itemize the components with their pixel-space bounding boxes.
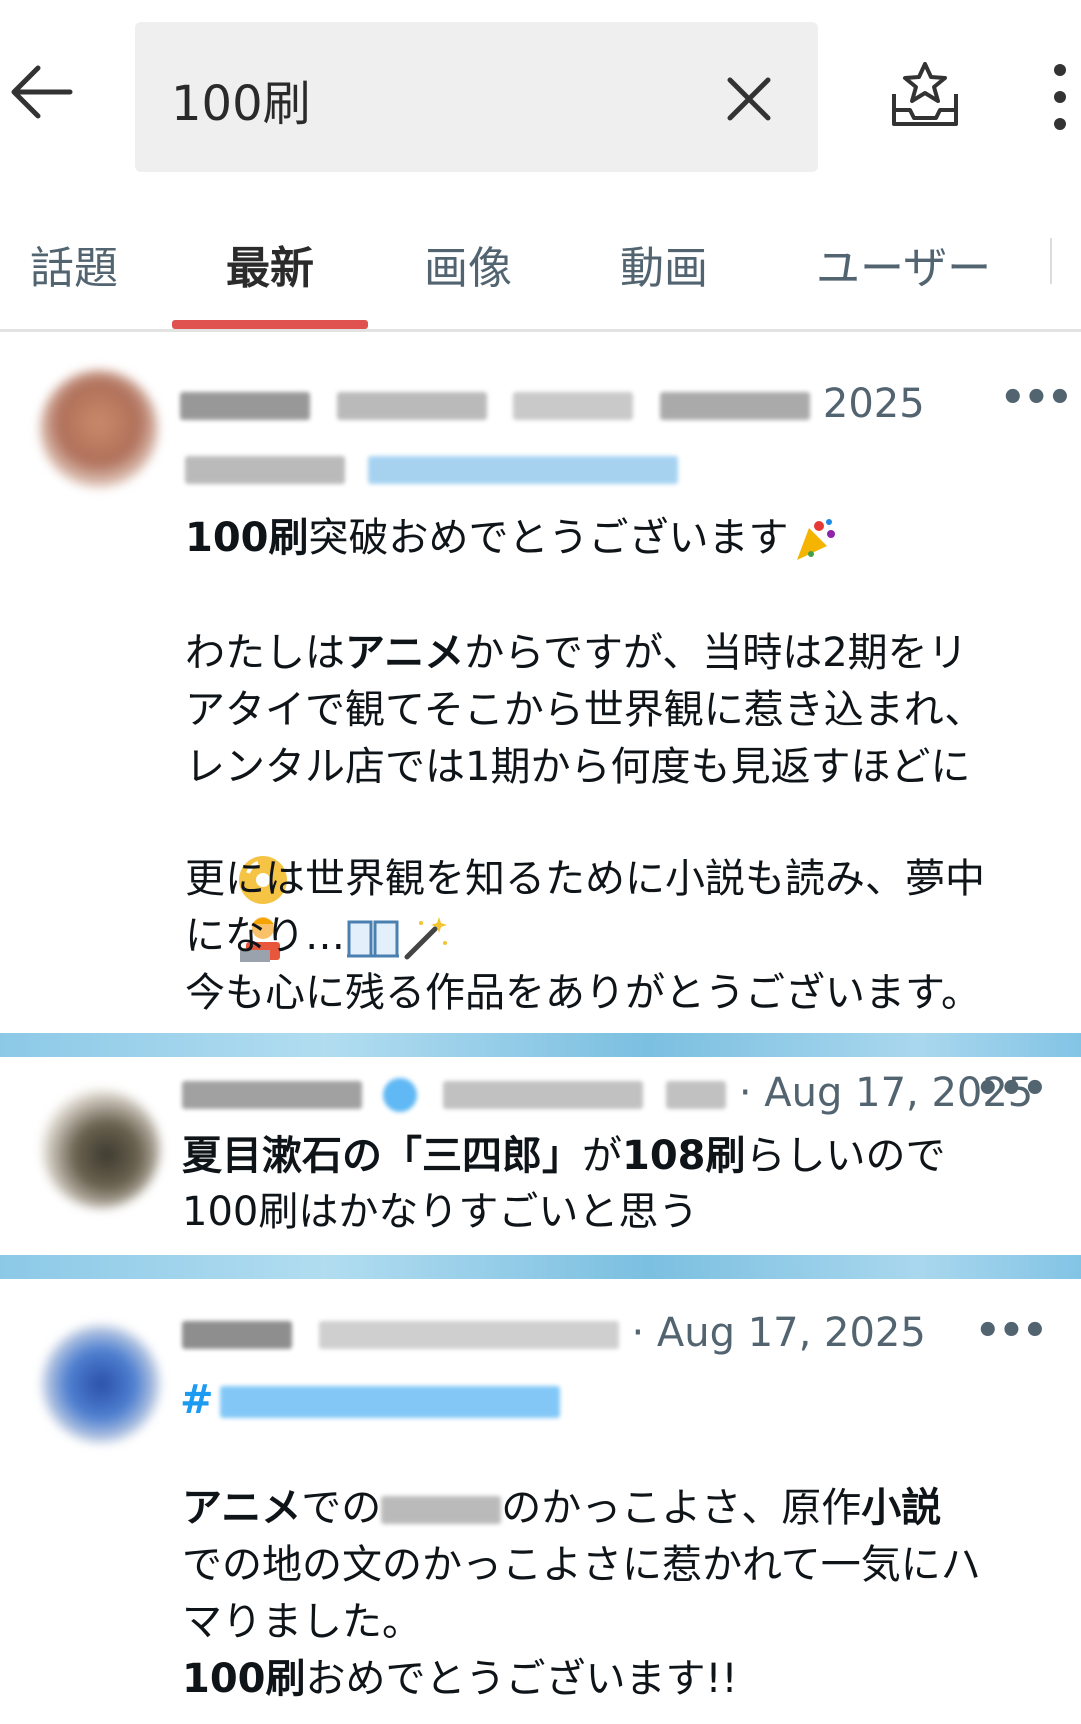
highlight-text: 108刷: [622, 1133, 746, 1179]
author-handle-redacted: [318, 1321, 619, 1349]
author-handle-redacted: [336, 392, 487, 420]
hashtag-redacted[interactable]: [219, 1386, 560, 1418]
redacted-text: [513, 392, 634, 420]
tweet-text-line: での地の文のかっこよさに惹かれて一気にハ: [182, 1542, 981, 1588]
reply-label-redacted: [185, 456, 345, 484]
hashtag-link[interactable]: #: [180, 1377, 214, 1423]
text-line: が: [582, 1133, 622, 1179]
top-bar: 100刷: [0, 0, 1081, 190]
search-tabs: 話題 最新 画像 動画 ユーザー: [0, 220, 1081, 332]
reply-context: [185, 445, 678, 491]
magic-wand-icon: [404, 917, 447, 960]
tweet-text: になり…: [185, 908, 451, 965]
tab-videos[interactable]: 動画: [620, 232, 708, 296]
decorative-strip: [0, 1033, 1081, 1057]
avatar[interactable]: [42, 1325, 160, 1443]
avatar[interactable]: [40, 370, 158, 488]
bold-text: アニメ: [182, 1485, 302, 1531]
tweet-text-line: 更には世界観を知るために小説も読み、夢中: [185, 856, 985, 902]
date-redacted: [660, 392, 811, 420]
party-popper-icon: [796, 519, 835, 560]
more-vertical-icon: [1054, 64, 1066, 130]
arrow-left-icon: [11, 65, 73, 119]
tweet-more-button[interactable]: •••: [1000, 375, 1073, 421]
author-name-redacted[interactable]: [180, 392, 310, 420]
text-line: での: [301, 1485, 382, 1531]
reply-handle-redacted[interactable]: [367, 456, 678, 484]
tweet-text-line: マりました。: [182, 1599, 422, 1645]
emoji-line: [185, 793, 290, 962]
tab-latest[interactable]: 最新: [226, 232, 314, 296]
decorative-strip: [0, 1255, 1081, 1279]
tweet-header: · Aug 17, 2025: [182, 1310, 926, 1356]
back-button[interactable]: [8, 62, 78, 122]
tweet-date: 2025: [822, 381, 925, 427]
tweet-text-line: レンタル店では1期から何度も見返すほどに: [185, 744, 971, 790]
search-field[interactable]: 100刷: [135, 22, 818, 172]
tweet-text-line: 今も心に残る作品をありがとうございます。: [185, 970, 981, 1016]
tweet-more-button[interactable]: •••: [975, 1066, 1048, 1112]
text-line: らしいので: [745, 1133, 946, 1179]
avatar[interactable]: [42, 1090, 160, 1208]
text-line: 突破おめでとうございます: [308, 515, 789, 561]
save-search-icon: [892, 62, 958, 126]
tweet-text-line: アタイで観てそこから世界観に惹き込まれ、: [185, 687, 985, 733]
more-options-button[interactable]: [1048, 62, 1072, 132]
search-input-value[interactable]: 100刷: [171, 64, 311, 134]
highlight-text: 100刷: [182, 1656, 306, 1702]
bold-text: アニメ: [345, 630, 465, 676]
tab-images[interactable]: 画像: [424, 232, 512, 296]
text-line: からですが、当時は2期をリ: [464, 630, 968, 676]
author-name-redacted[interactable]: [182, 1081, 362, 1109]
tweet-text: 100刷おめでとうございます!!: [182, 1651, 738, 1708]
author-name-redacted[interactable]: [182, 1321, 292, 1349]
tweet[interactable]: 2025 ••• 100刷突破おめでとうございます わたしはアニメからですが、当…: [0, 335, 1081, 1035]
redacted-text: [666, 1081, 727, 1109]
tab-divider: [1050, 238, 1052, 284]
tweet-text: わたしはアニメからですが、当時は2期をリ: [185, 625, 968, 682]
text-line: おめでとうございます!!: [305, 1656, 738, 1702]
tab-users[interactable]: ユーザー: [816, 232, 991, 296]
highlight-text: 100刷: [185, 515, 309, 561]
hashtag-line: #: [180, 1372, 560, 1429]
tweet-text-line: 100刷はかなりすごいと思う: [182, 1189, 699, 1235]
tweet-text: 100刷突破おめでとうございます: [185, 510, 841, 567]
bold-text: 夏目漱石の「三四郎」: [182, 1133, 582, 1179]
active-tab-indicator: [172, 320, 368, 329]
open-book-icon: [347, 920, 399, 958]
text-line: わたしは: [185, 630, 345, 676]
save-search-button[interactable]: [890, 60, 960, 132]
verified-badge-icon: [382, 1078, 417, 1112]
tab-trending[interactable]: 話題: [30, 232, 118, 296]
text-line: のかっこよさ、原作: [501, 1485, 862, 1531]
tweet-header: · Aug 17, 2025: [182, 1070, 1033, 1116]
tweet-date: · Aug 17, 2025: [631, 1310, 926, 1356]
tweet-text: アニメでの のかっこよさ、原作小説: [182, 1480, 941, 1537]
tweet-more-button[interactable]: •••: [975, 1308, 1048, 1354]
tweet-text: 夏目漱石の「三四郎」が108刷らしいので: [182, 1128, 946, 1185]
bold-text: 小説: [861, 1485, 942, 1531]
redacted-text: [381, 1496, 502, 1524]
close-icon: [727, 77, 771, 121]
tweet-header: 2025: [180, 381, 925, 427]
author-handle-redacted: [443, 1081, 644, 1109]
tweet[interactable]: · Aug 17, 2025 ••• 夏目漱石の「三四郎」が108刷らしいので …: [0, 1060, 1081, 1255]
tweet[interactable]: · Aug 17, 2025 ••• # アニメでの のかっこよさ、原作小説 での…: [0, 1290, 1081, 1720]
text-line: になり…: [185, 913, 345, 959]
clear-search-button[interactable]: [722, 72, 776, 126]
